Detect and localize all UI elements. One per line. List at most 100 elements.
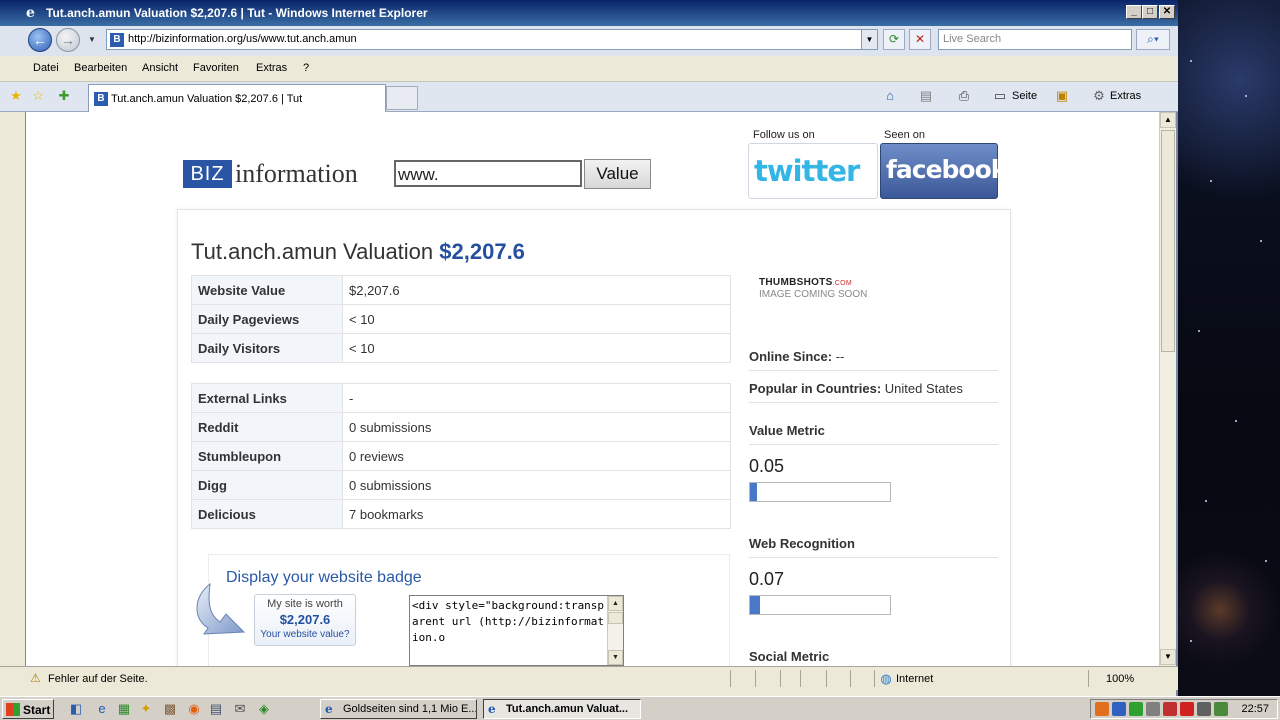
scroll-down-icon[interactable]: ▼ (608, 650, 623, 665)
quicklaunch-icon[interactable]: ▤ (208, 701, 224, 717)
print-icon[interactable]: ⎙ (956, 88, 972, 104)
badge-code[interactable]: <div style="background:transparent url (… (412, 598, 605, 646)
row-key: Website Value (191, 275, 343, 305)
scroll-up-icon[interactable]: ▲ (1160, 112, 1176, 128)
page-icon[interactable]: ▭ (992, 88, 1008, 104)
tray-icon[interactable] (1180, 702, 1194, 716)
firefox-icon[interactable]: ◉ (186, 701, 202, 717)
menu-datei[interactable]: Datei (33, 62, 59, 74)
warning-icon[interactable]: ⚠ (30, 672, 44, 685)
divider (850, 670, 851, 687)
scroll-down-icon[interactable]: ▼ (1160, 649, 1176, 665)
divider (874, 670, 875, 687)
domain-input[interactable]: www. (394, 160, 582, 187)
scroll-thumb[interactable] (608, 612, 623, 624)
tray-icon[interactable] (1129, 702, 1143, 716)
social-table: External Links - Reddit 0 submissions Stum… (191, 383, 731, 529)
quicklaunch-icon[interactable]: ▦ (116, 701, 132, 717)
safety-icon[interactable]: ▣ (1054, 88, 1070, 104)
tools-menu[interactable]: Extras (1110, 90, 1141, 102)
tray-icon[interactable] (1095, 702, 1109, 716)
value-metric-label: Value Metric (749, 423, 825, 438)
quicklaunch-icon[interactable]: ◈ (256, 701, 272, 717)
favorites-center-icon[interactable]: ☆ (30, 88, 46, 104)
minimize-button[interactable]: _ (1126, 5, 1142, 19)
site-thumbnail: THUMBSHOTS.COM IMAGE COMING SOON (759, 277, 867, 300)
url-text[interactable]: http://bizinformation.org/us/www.tut.anc… (128, 33, 357, 45)
tray-icon[interactable] (1163, 702, 1177, 716)
tray-icon[interactable] (1146, 702, 1160, 716)
search-input[interactable]: Live Search (938, 29, 1132, 50)
ie-logo-icon: e (26, 5, 35, 21)
tray-icon[interactable] (1197, 702, 1211, 716)
row-value: < 10 (342, 333, 731, 363)
home-icon[interactable]: ⌂ (882, 88, 898, 104)
facebook-link[interactable]: facebook (880, 143, 1007, 199)
forward-arrow-icon[interactable]: → (56, 28, 80, 52)
badge-line1: My site is worth (267, 598, 343, 610)
tray-icon[interactable] (1112, 702, 1126, 716)
favorites-star-icon[interactable]: ★ (8, 88, 24, 104)
tab-current[interactable]: B Tut.anch.amun Valuation $2,207.6 | Tut (88, 84, 386, 112)
menu-bearbeiten[interactable]: Bearbeiten (74, 62, 127, 74)
row-value: - (342, 383, 731, 413)
clock: 22:57 (1241, 703, 1269, 715)
maximize-button[interactable]: □ (1142, 5, 1158, 19)
tray-icon[interactable] (1214, 702, 1228, 716)
quicklaunch-icon[interactable]: ◧ (68, 701, 84, 717)
menu-favoriten[interactable]: Favoriten (193, 62, 239, 74)
menu-extras[interactable]: Extras (256, 62, 287, 74)
add-favorite-icon[interactable]: ✚ (56, 88, 72, 104)
scroll-thumb[interactable] (1161, 130, 1175, 352)
value-metric-fill (750, 483, 757, 501)
online-since: Online Since: -- (749, 349, 998, 364)
row-key: Daily Pageviews (191, 304, 343, 334)
history-dropdown-icon[interactable]: ▼ (88, 35, 96, 44)
site-favicon-icon: B (94, 92, 108, 106)
menu-help[interactable]: ? (303, 62, 309, 74)
close-button[interactable]: ✕ (1159, 5, 1175, 19)
curved-arrow-icon (196, 582, 246, 635)
url-field[interactable]: B http://bizinformation.org/us/www.tut.a… (106, 29, 878, 50)
ie-quicklaunch-icon[interactable]: e (94, 701, 110, 717)
menu-ansicht[interactable]: Ansicht (142, 62, 178, 74)
page-menu[interactable]: Seite (1012, 90, 1037, 102)
refresh-icon[interactable]: ⟳ (883, 29, 905, 50)
new-tab-button[interactable] (386, 86, 418, 110)
taskbar-item[interactable]: e Goldseiten sind 1,1 Mio E... (320, 699, 477, 719)
table-row: Digg 0 submissions (191, 470, 731, 500)
badge-line3[interactable]: Your website value? (255, 629, 355, 640)
value-button[interactable]: Value (584, 159, 651, 189)
badge-code-textarea[interactable]: <div style="background:transparent url (… (409, 595, 624, 666)
url-dropdown-icon[interactable]: ▼ (861, 30, 877, 49)
quicklaunch-icon[interactable]: ▩ (162, 701, 178, 717)
task-label: Tut.anch.amun Valuat... (506, 703, 629, 715)
security-zone: Internet (896, 673, 934, 685)
menu-bar: Datei Bearbeiten Ansicht Favoriten Extra… (0, 56, 1178, 82)
zoom-level[interactable]: 100% (1106, 673, 1134, 685)
code-scrollbar[interactable]: ▲ ▼ (607, 596, 623, 665)
twitter-logo: twitter (754, 154, 860, 188)
back-arrow-icon[interactable]: ← (28, 28, 52, 52)
quicklaunch-icon[interactable]: ✦ (138, 701, 154, 717)
status-message[interactable]: Fehler auf der Seite. (48, 673, 148, 685)
thumbshots-brand: THUMBSHOTS (759, 277, 833, 288)
page-scrollbar[interactable]: ▲ ▼ (1159, 112, 1176, 666)
mail-icon[interactable]: ✉ (232, 701, 248, 717)
popular-label: Popular in Countries: (749, 381, 882, 396)
stop-icon[interactable]: ✕ (909, 29, 931, 50)
web-page: BIZ information www. Value Follow us on … (26, 112, 1159, 666)
scroll-up-icon[interactable]: ▲ (608, 596, 623, 611)
windows-logo-icon (6, 703, 20, 716)
title-bar[interactable]: e Tut.anch.amun Valuation $2,207.6 | Tut… (0, 0, 1178, 26)
feeds-icon[interactable]: ▤ (918, 88, 934, 104)
page-title: Tut.anch.amun Valuation $2,207.6 (191, 239, 525, 265)
address-bar: ← → ▼ B http://bizinformation.org/us/www… (0, 26, 1178, 56)
tools-gear-icon[interactable]: ⚙ (1091, 88, 1107, 104)
search-icon[interactable]: ⌕▾ (1136, 29, 1170, 50)
value-badge[interactable]: My site is worth $2,207.6 Your website v… (254, 594, 356, 646)
twitter-link[interactable]: twitter (748, 143, 878, 199)
taskbar-item-active[interactable]: e Tut.anch.amun Valuat... (483, 699, 641, 719)
start-button[interactable]: Start (2, 699, 54, 719)
row-value: 0 reviews (342, 441, 731, 471)
